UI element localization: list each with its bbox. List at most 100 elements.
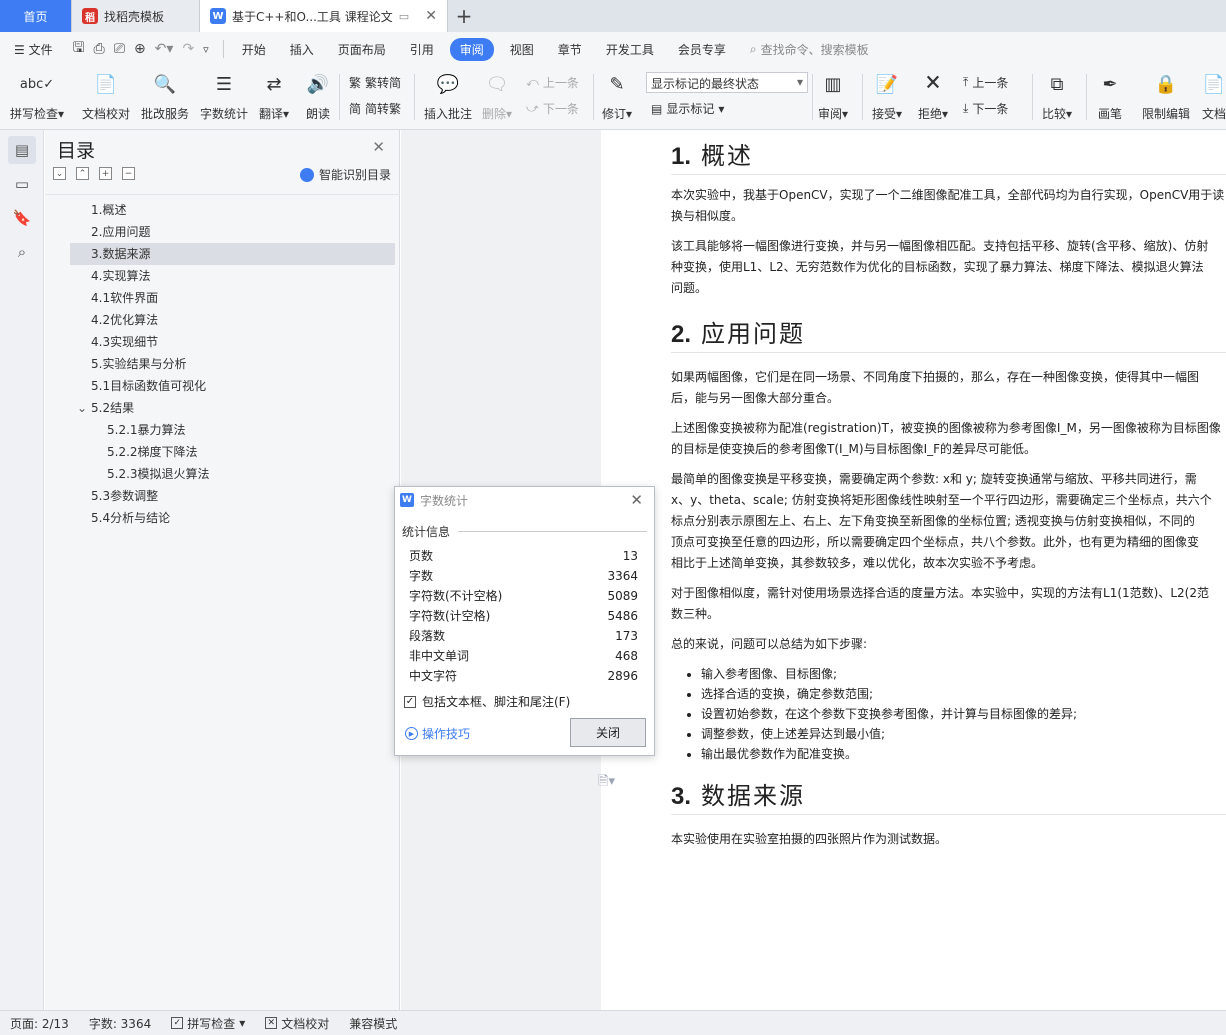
toc-item[interactable]: 5.3参数调整 <box>45 485 400 507</box>
word-count-dialog: W 字数统计 ✕ 统计信息 页数 13 字数 3364 字符数(不计空格) 5089 字符… <box>394 486 655 756</box>
trad-to-simp-button[interactable]: 繁繁转简 <box>349 74 401 91</box>
tab-home[interactable]: 首页 <box>0 0 72 32</box>
toc-item[interactable]: 5.4分析与结论 <box>45 507 400 529</box>
next-change-button[interactable]: ⤓ 下一条 <box>963 100 1008 117</box>
delete-comment-button[interactable]: 🗨 删除▾ <box>482 68 512 122</box>
word-count-indicator[interactable]: 字数: 3364 <box>79 1015 161 1032</box>
export-icon[interactable]: ⎙ <box>94 41 105 57</box>
doc-proof-button[interactable]: 📄 文档校对 <box>82 68 130 122</box>
toc-item[interactable]: 4.2优化算法 <box>45 309 400 331</box>
save-icon[interactable]: 🖫 <box>73 37 85 61</box>
compat-mode: 兼容模式 <box>349 1016 398 1031</box>
toc-item[interactable]: 4.3实现细节 <box>45 331 400 353</box>
toc-item-selected[interactable]: 3.数据来源 <box>70 243 395 265</box>
tab-bar: 首页 稻找稻壳模板 W 基于C++和O...工具 课程论文 ▭ ✕ + <box>0 0 1226 32</box>
menu-view[interactable]: 视图 <box>498 41 546 58</box>
undo-icon[interactable]: ↶▾ <box>155 41 174 57</box>
spellcheck-button[interactable]: abc✓ 拼写检查▾ <box>10 68 64 122</box>
remove-heading-icon[interactable]: − <box>122 167 135 180</box>
customize-icon[interactable]: ▿ <box>203 43 209 56</box>
translate-button[interactable]: ⇄ 翻译▾ <box>259 68 289 122</box>
restrict-edit-button[interactable]: 🔒 限制编辑 <box>1142 68 1190 122</box>
smart-toc-button[interactable]: 智能识别目录 <box>299 166 391 183</box>
window-icon[interactable]: ▭ <box>399 10 409 23</box>
divider <box>862 74 863 120</box>
collapse-all-icon[interactable]: ⌄ <box>53 167 66 180</box>
new-tab-button[interactable]: + <box>448 0 480 32</box>
close-icon[interactable]: ✕ <box>630 491 649 509</box>
divider <box>414 74 415 120</box>
preview-icon[interactable]: ⊕ <box>134 41 146 57</box>
next-comment-button[interactable]: ⤻ 下一条 <box>526 100 579 117</box>
pen-button[interactable]: ✒ 画笔 <box>1096 68 1124 122</box>
toc-item[interactable]: 5.2.2梯度下降法 <box>45 441 400 463</box>
toc-item[interactable]: 5.实验结果与分析 <box>45 353 400 375</box>
show-markup-button[interactable]: ▤ 显示标记 ▾ <box>651 100 724 117</box>
markup-state-select[interactable]: 显示标记的最终状态 <box>646 72 808 93</box>
bookmark-icon[interactable]: 🔖 <box>8 204 36 232</box>
menu-start[interactable]: 开始 <box>230 41 278 58</box>
accept-button[interactable]: 📝 接受▾ <box>872 68 902 122</box>
menu-bar: ☰ 文件 🖫 ⎙ ⎚ ⊕ ↶▾ ↷ ▿ 开始 插入 页面布局 引用 审阅 视图 … <box>0 32 1226 66</box>
toc-item[interactable]: 5.1目标函数值可视化 <box>45 375 400 397</box>
doc-proof-icon: 📄 <box>94 73 118 95</box>
reject-button[interactable]: 🗙 拒绝▾ <box>918 68 948 122</box>
left-nav-bar: ▤ ▭ 🔖 ⌕ <box>0 130 44 1010</box>
command-search[interactable]: ⌕ 查找命令、搜索模板 <box>750 41 869 58</box>
compare-button[interactable]: ⧉ 比较▾ <box>1042 68 1072 122</box>
doc-proof-toggle[interactable]: ✕ 文档校对 <box>255 1015 339 1032</box>
menu-reference[interactable]: 引用 <box>398 41 446 58</box>
spellcheck-toggle[interactable]: ✓ 拼写检查 ▾ <box>161 1015 255 1032</box>
add-heading-icon[interactable]: + <box>99 167 112 180</box>
paste-options-icon[interactable]: 🗎▾ <box>598 772 615 794</box>
menu-layout[interactable]: 页面布局 <box>326 41 398 58</box>
prev-comment-button[interactable]: ⤺ 上一条 <box>526 74 579 91</box>
menu-review[interactable]: 审阅 <box>449 37 494 61</box>
list-item: 调整参数，使上述差异达到最小值; <box>701 724 1226 744</box>
toc-item-expanded[interactable]: ⌄ 5.2结果 <box>45 397 400 419</box>
include-textbox-checkbox[interactable]: ✓ 包括文本框、脚注和尾注(F) <box>404 693 570 710</box>
insert-comment-button[interactable]: 💬 插入批注 <box>424 68 472 122</box>
toc-item[interactable]: 5.2.1暴力算法 <box>45 419 400 441</box>
toc-item[interactable]: 1.概述 <box>45 199 400 221</box>
tab-document[interactable]: W 基于C++和O...工具 课程论文 ▭ ✕ <box>200 0 448 32</box>
menu-chapter[interactable]: 章节 <box>546 41 594 58</box>
next-comment-icon: ⤻ <box>526 101 539 115</box>
heading-number: 1. <box>671 143 692 170</box>
search-icon[interactable]: ⌕ <box>8 238 36 266</box>
chapter-nav-icon[interactable]: ▭ <box>8 170 36 198</box>
close-tab-icon[interactable]: ✕ <box>425 8 437 24</box>
toc-item[interactable]: 4.实现算法 <box>45 265 400 287</box>
close-button[interactable]: 关闭 <box>570 718 646 747</box>
expand-all-icon[interactable]: ⌃ <box>76 167 89 180</box>
menu-member[interactable]: 会员专享 <box>666 41 738 58</box>
toc-item[interactable]: 5.2.3模拟退火算法 <box>45 463 400 485</box>
chevron-down-icon[interactable]: ⌄ <box>77 397 91 419</box>
word-count-button[interactable]: ☰ 字数统计 <box>200 68 248 122</box>
menu-insert[interactable]: 插入 <box>278 41 326 58</box>
review-pane-button[interactable]: ▥ 审阅▾ <box>818 68 848 122</box>
print-icon[interactable]: ⎚ <box>114 41 125 57</box>
toc-item[interactable]: 4.1软件界面 <box>45 287 400 309</box>
doc-permission-button[interactable]: 📄 文档 <box>1200 68 1226 122</box>
redo-icon[interactable]: ↷ <box>182 41 194 57</box>
prev-change-button[interactable]: ⤒ 上一条 <box>963 74 1008 91</box>
next-change-icon: ⤓ <box>963 101 969 115</box>
tips-link[interactable]: ▶ 操作技巧 <box>405 725 470 742</box>
menu-developer[interactable]: 开发工具 <box>594 41 666 58</box>
toc-item[interactable]: 2.应用问题 <box>45 221 400 243</box>
close-icon[interactable]: ✕ <box>372 138 385 156</box>
translate-label: 翻译 <box>259 107 284 121</box>
track-changes-button[interactable]: ✎ 修订▾ <box>602 68 632 122</box>
document-page[interactable]: 1. 概述 本次实验中，我基于OpenCV，实现了一个二维图像配准工具，全部代码均… <box>601 130 1226 1010</box>
toc-nav-icon[interactable]: ▤ <box>8 136 36 164</box>
tab-template[interactable]: 稻找稻壳模板 <box>72 0 200 32</box>
read-aloud-button[interactable]: 🔊 朗读 <box>304 68 332 122</box>
file-menu[interactable]: ☰ 文件 <box>0 41 65 58</box>
smart-icon <box>299 167 314 182</box>
stats-section-title: 统计信息 <box>402 523 647 540</box>
batch-service-button[interactable]: 🔍 批改服务 <box>141 68 189 122</box>
simp-to-trad-button[interactable]: 简简转繁 <box>349 100 401 117</box>
insert-comment-label: 插入批注 <box>424 107 473 121</box>
page-indicator[interactable]: 页面: 2/13 <box>0 1015 79 1032</box>
